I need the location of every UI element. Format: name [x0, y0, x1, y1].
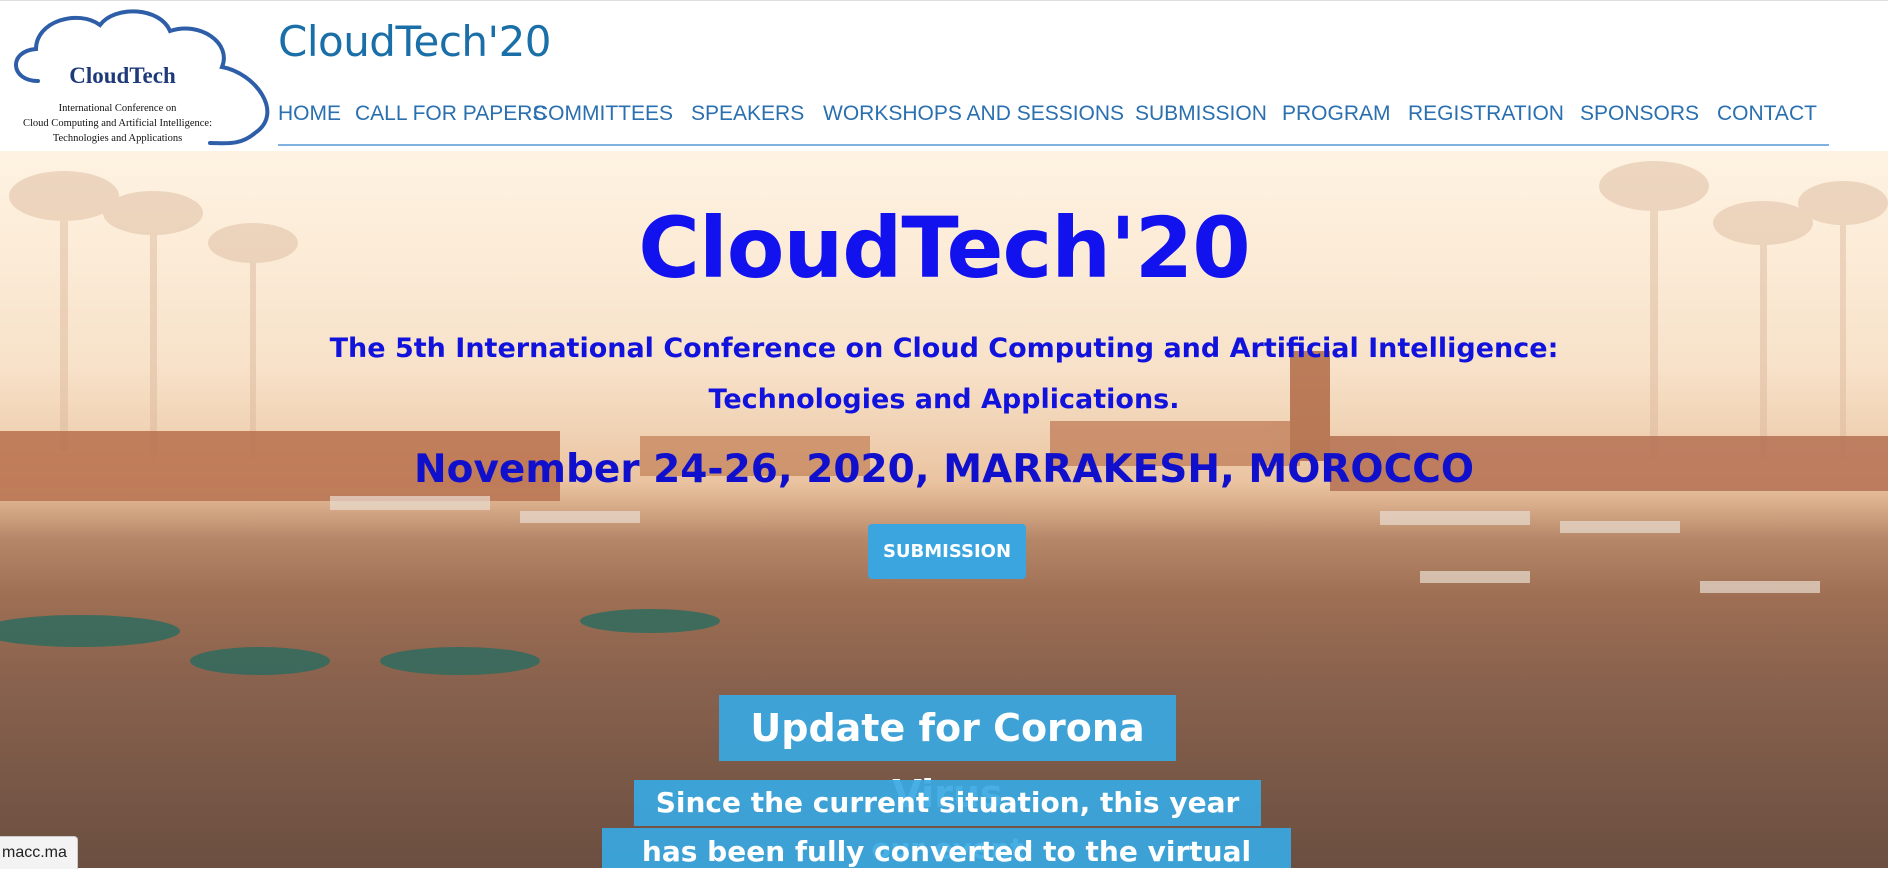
- hero-subtitle-line-2: Technologies and Applications.: [708, 384, 1180, 415]
- nav-workshops-and-sessions[interactable]: WORKSHOPS AND SESSIONS: [823, 96, 1135, 146]
- nav-speakers[interactable]: SPEAKERS: [691, 96, 823, 146]
- site-header: CloudTech International Conference on Cl…: [0, 0, 1888, 152]
- nav-contact[interactable]: CONTACT: [1717, 96, 1829, 146]
- logo-tagline-1: International Conference on: [58, 103, 177, 114]
- nav-call-for-papers[interactable]: CALL FOR PAPERS: [355, 96, 546, 146]
- hero-subtitle-line-1: The 5th International Conference on Clou…: [329, 333, 1559, 364]
- corona-update-line-2: has been fully converted to the virtual …: [602, 828, 1291, 868]
- nav-registration[interactable]: REGISTRATION: [1408, 96, 1580, 146]
- nav-committees[interactable]: COMMITTEES: [533, 96, 691, 146]
- logo-brand-text: CloudTech: [69, 63, 176, 88]
- logo-tagline-2: Cloud Computing and Artificial Intellige…: [23, 118, 212, 129]
- corona-update-title: Update for Corona Virus: [719, 695, 1176, 816]
- main-nav: HOME CALL FOR PAPERS COMMITTEES SPEAKERS…: [278, 96, 1829, 152]
- site-title[interactable]: CloudTech'20: [278, 17, 552, 66]
- hero-title: CloudTech'20: [638, 199, 1250, 297]
- corona-update-line-1: Since the current situation, this year o…: [634, 780, 1261, 865]
- nav-submission[interactable]: SUBMISSION: [1135, 96, 1282, 146]
- nav-program[interactable]: PROGRAM: [1282, 96, 1408, 146]
- status-bar-url: macc.ma: [0, 836, 78, 869]
- submission-button[interactable]: SUBMISSION: [868, 524, 1026, 579]
- hero-date-location: November 24-26, 2020, MARRAKESH, MOROCCO: [414, 447, 1474, 492]
- nav-sponsors[interactable]: SPONSORS: [1580, 96, 1717, 146]
- logo-tagline-3: Technologies and Applications: [52, 133, 183, 144]
- nav-home[interactable]: HOME: [278, 96, 355, 146]
- hero-banner: CloudTech'20 The 5th International Confe…: [0, 151, 1888, 868]
- conference-logo[interactable]: CloudTech International Conference on Cl…: [0, 3, 275, 149]
